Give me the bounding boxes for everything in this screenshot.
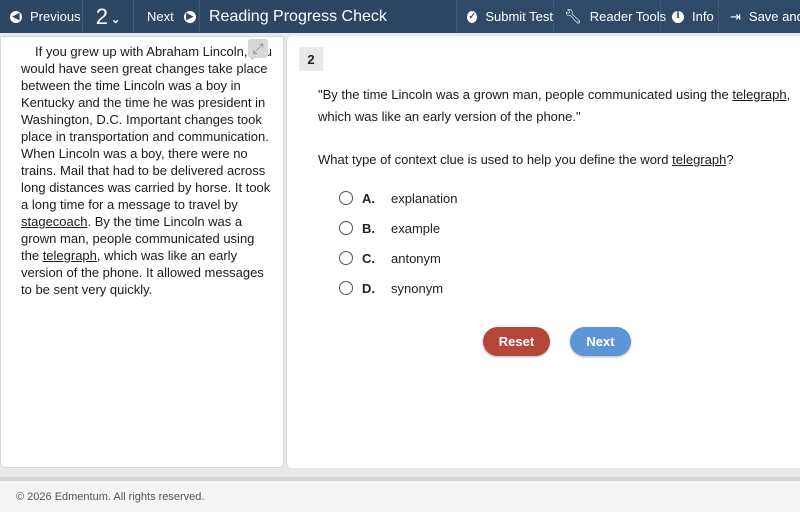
test-title: Reading Progress Check	[209, 7, 387, 25]
radio-button[interactable]	[339, 251, 353, 265]
option-text: example	[391, 220, 441, 236]
answer-options: A. explanation B. example C. antonym D. …	[339, 183, 458, 303]
answer-option-b[interactable]: B. example	[339, 213, 458, 243]
previous-button[interactable]: ◀ Previous	[0, 0, 83, 33]
question-pane: 2 "By the time Lincoln was a grown man, …	[286, 36, 800, 468]
submit-label: Submit Test	[485, 9, 553, 24]
top-toolbar: ◀ Previous 2 ⌄ Next ▶ Reading Progress C…	[0, 0, 800, 33]
expand-icon[interactable]: ⤢	[248, 39, 268, 58]
previous-label: Previous	[30, 9, 81, 24]
question-selector[interactable]: 2 ⌄	[83, 0, 134, 33]
reset-button[interactable]: Reset	[483, 327, 550, 356]
chevron-down-icon: ⌄	[111, 14, 121, 26]
next-question-button[interactable]: Next ▶	[134, 0, 200, 33]
info-label: Info	[692, 9, 714, 24]
vocab-word-stagecoach: stagecoach	[21, 214, 88, 229]
quote-segment: "By the time Lincoln was a grown man, pe…	[318, 87, 733, 102]
radio-button[interactable]	[339, 281, 353, 295]
check-icon: ✓	[467, 10, 478, 23]
option-letter: C.	[362, 250, 375, 266]
option-letter: A.	[362, 190, 375, 206]
save-and-exit-button[interactable]: ⇥ Save and	[719, 0, 800, 33]
submit-test-button[interactable]: ✓ Submit Test	[456, 0, 554, 33]
vocab-word-telegraph: telegraph	[42, 248, 97, 263]
copyright-text: © 2026 Edmentum. All rights reserved.	[16, 490, 205, 503]
question-quote: "By the time Lincoln was a grown man, pe…	[318, 84, 794, 128]
wrench-icon: 🔧︎	[564, 8, 582, 24]
option-text: synonym	[391, 280, 444, 296]
option-text: antonym	[391, 250, 441, 266]
radio-button[interactable]	[339, 221, 353, 235]
answer-option-d[interactable]: D. synonym	[339, 273, 458, 303]
prompt-segment: What type of context clue is used to hel…	[318, 152, 673, 167]
answer-option-c[interactable]: C. antonym	[339, 243, 458, 273]
arrow-right-icon: ▶	[183, 10, 196, 23]
question-number: 2	[95, 3, 109, 29]
prompt-vocab-word: telegraph	[672, 152, 727, 167]
save-label: Save and	[748, 9, 800, 24]
question-number-badge: 2	[299, 47, 323, 71]
exit-icon: ⇥	[730, 8, 741, 24]
question-prompt: What type of context clue is used to hel…	[318, 149, 794, 171]
prompt-segment: ?	[726, 152, 734, 167]
radio-button[interactable]	[339, 191, 353, 205]
info-button[interactable]: i Info	[661, 0, 719, 33]
footer: © 2026 Edmentum. All rights reserved.	[0, 481, 800, 512]
reader-tools-button[interactable]: 🔧︎ Reader Tools	[554, 0, 666, 33]
next-button[interactable]: Next	[570, 327, 631, 356]
info-icon: i	[672, 10, 684, 23]
quote-vocab-word: telegraph	[732, 87, 787, 102]
next-label: Next	[147, 9, 174, 24]
answer-option-a[interactable]: A. explanation	[339, 183, 458, 213]
arrow-left-icon: ◀	[10, 10, 22, 23]
passage-pane: If you grew up with Abraham Lincoln, you…	[0, 36, 284, 468]
option-letter: B.	[362, 220, 375, 236]
toolbar-actions: ✓ Submit Test 🔧︎ Reader Tools i Info ⇥ S…	[456, 0, 800, 33]
passage-text: If you grew up with Abraham Lincoln, you…	[21, 43, 273, 298]
option-text: explanation	[391, 190, 458, 206]
passage-segment: If you grew up with Abraham Lincoln, you…	[21, 44, 273, 212]
reader-tools-label: Reader Tools	[589, 9, 667, 24]
option-letter: D.	[362, 280, 375, 296]
